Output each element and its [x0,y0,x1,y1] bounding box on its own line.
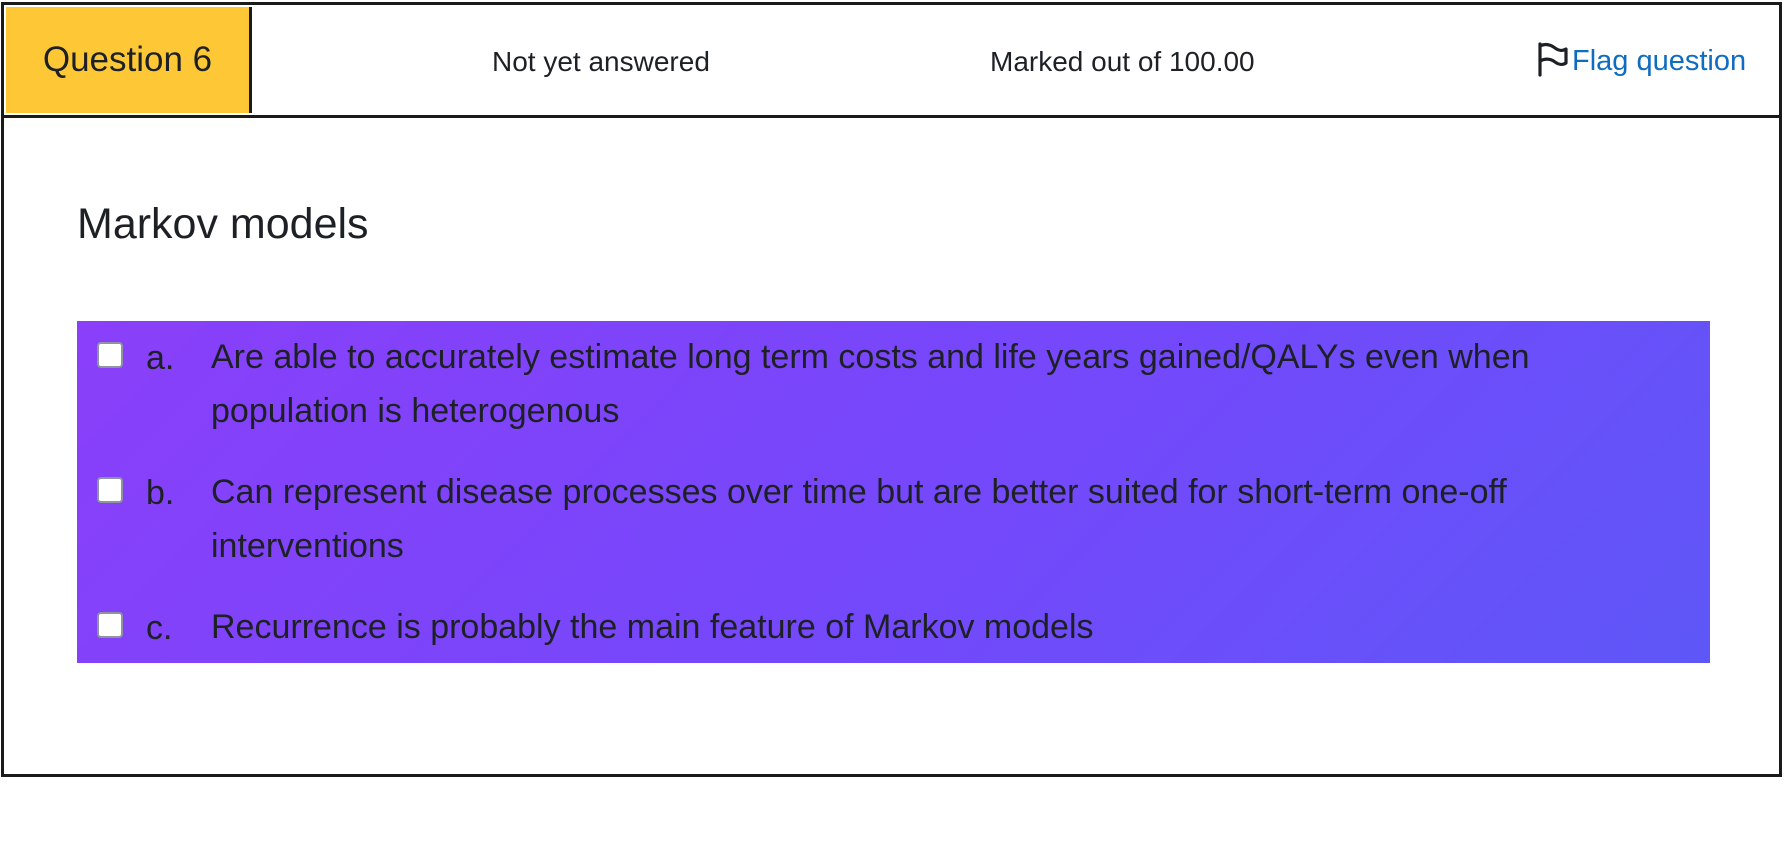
answer-a-text: Are able to accurately estimate long ter… [211,338,1530,430]
question-grade: Marked out of 100.00 [990,45,1255,77]
flag-question-link[interactable]: Flag question [1535,5,1746,118]
question-text: Markov models [77,200,369,248]
answer-a-checkbox[interactable] [97,342,123,368]
answer-c-letter: c. [146,609,173,647]
answer-b-text: Can represent disease processes over tim… [211,473,1507,565]
question-state: Not yet answered [492,45,710,77]
flag-question-label[interactable]: Flag question [1572,45,1746,78]
answer-b-checkbox[interactable] [97,477,123,503]
answer-c-checkbox[interactable] [97,612,123,638]
question-info-bar: Question 6 Not yet answered Marked out o… [4,5,1779,118]
flag-icon [1535,41,1572,82]
answer-options: a. Are able to accurately estimate long … [77,321,1710,663]
answer-a-letter: a. [146,339,175,377]
answer-b-letter: b. [146,474,175,512]
answer-c-text: Recurrence is probably the main feature … [211,608,1094,646]
question-card: Question 6 Not yet answered Marked out o… [1,2,1782,777]
question-number: Question 6 [6,7,252,113]
